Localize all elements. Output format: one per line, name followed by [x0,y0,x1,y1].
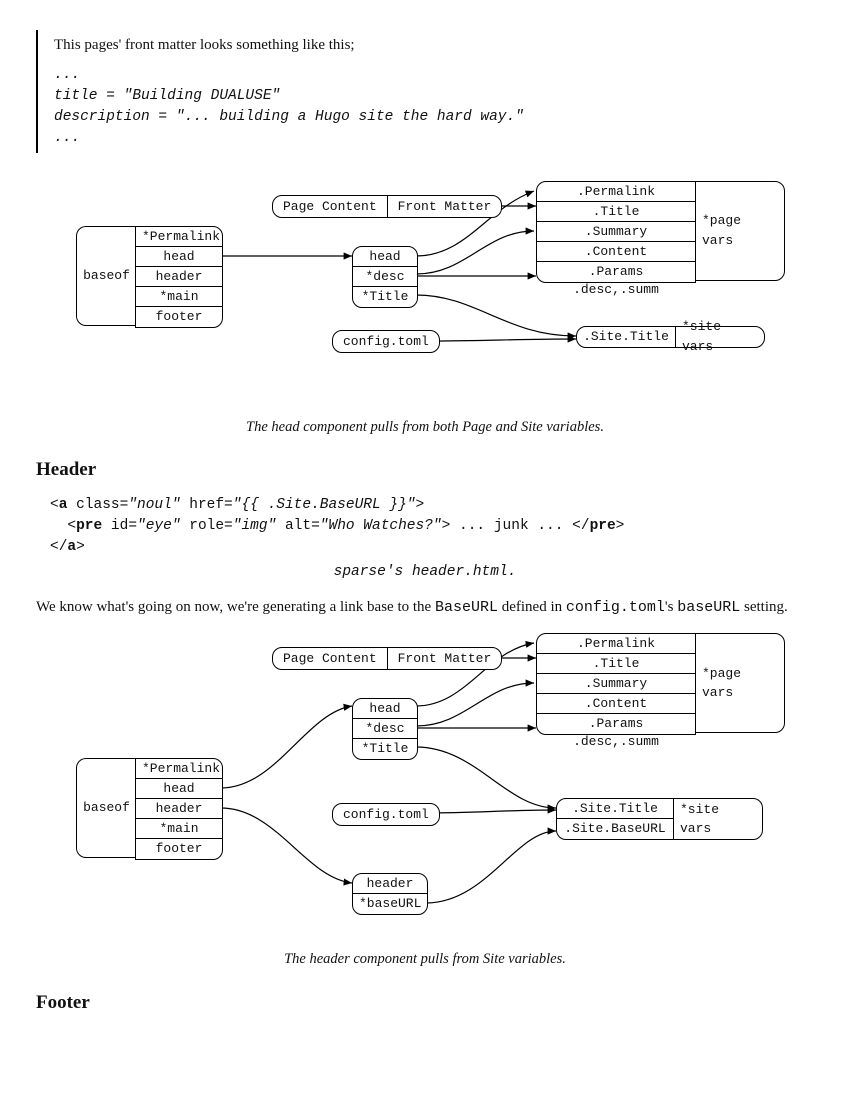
sitevar-cell: .Site.BaseURL [557,819,673,839]
sitevars-label: *site vars [673,798,763,840]
pagecontent-frontmatter: Page Content Front Matter [272,195,502,218]
sitevar-cell: .Site.Title [577,327,675,347]
head-cell: *desc [353,719,417,739]
head-cell: head [353,247,417,267]
baseof-cell: *Permalink [136,227,222,247]
pagevar-cell: .Content [537,242,695,262]
sitevar-cell: .Site.Title [557,799,673,819]
baseof-label: baseof [76,226,136,326]
frontmatter-intro: This pages' front matter looks something… [54,34,814,57]
head-cell: *Title [353,287,417,307]
pagevar-cell: .Title [537,202,695,222]
pagevar-cell: .Params .desc,.summ [537,262,695,282]
pagevar-cell: .Permalink [537,634,695,654]
head-cell: head [353,699,417,719]
sitevars-label: *site vars [675,326,765,348]
baseof-cell: header [136,267,222,287]
footer-heading: Footer [36,989,814,1018]
frontmatter-label: Front Matter [388,648,502,669]
pagevars-label: *page vars [695,633,785,733]
pagevar-cell: .Summary [537,222,695,242]
header-paragraph: We know what's going on now, we're gener… [36,596,814,620]
diagram-header: baseof *Permalink head header *main foot… [36,633,814,943]
diagram-head: baseof *Permalink head header *main foot… [36,181,814,411]
frontmatter-block: This pages' front matter looks something… [36,30,814,153]
head-cell: *desc [353,267,417,287]
header-code-caption: sparse's header.html. [36,562,814,584]
diagram2-caption: The header component pulls from Site var… [36,949,814,971]
baseof-cell: header [136,799,222,819]
pagevar-cell: .Title [537,654,695,674]
baseof-cell: head [136,779,222,799]
baseof-cell: head [136,247,222,267]
pagevars-label: *page vars [695,181,785,281]
baseof-cell: *main [136,819,222,839]
frontmatter-label: Front Matter [388,196,502,217]
config-toml: config.toml [332,803,440,826]
header-cell: *baseURL [353,894,427,914]
config-toml: config.toml [332,330,440,353]
baseof-label: baseof [76,758,136,858]
pagecontent-label: Page Content [273,196,388,217]
pagevar-cell: .Params .desc,.summ [537,714,695,734]
pagevar-cell: .Content [537,694,695,714]
pagevar-cell: .Summary [537,674,695,694]
pagecontent-label: Page Content [273,648,388,669]
diagram1-caption: The head component pulls from both Page … [36,417,814,439]
frontmatter-code: ... title = "Building DUALUSE" descripti… [54,65,814,149]
pagevar-cell: .Permalink [537,182,695,202]
header-code: <a class="noul" href="{{ .Site.BaseURL }… [50,495,814,558]
baseof-cell: *main [136,287,222,307]
baseof-cell: footer [136,839,222,859]
header-heading: Header [36,456,814,485]
header-cell: header [353,874,427,894]
pagecontent-frontmatter: Page Content Front Matter [272,647,502,670]
baseof-cell: footer [136,307,222,327]
baseof-cell: *Permalink [136,759,222,779]
head-cell: *Title [353,739,417,759]
